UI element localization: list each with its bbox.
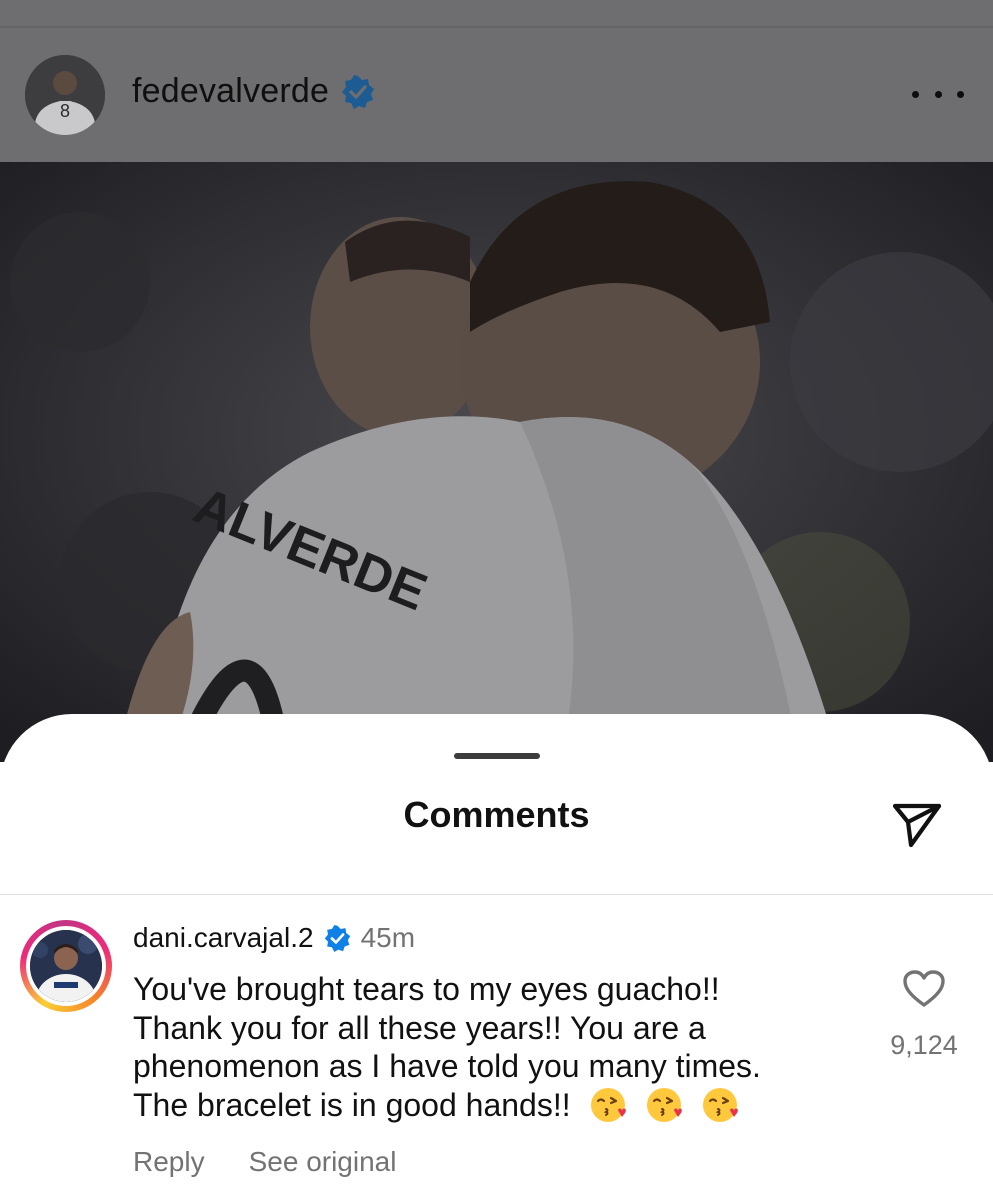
post-header: 8 fedevalverde bbox=[0, 0, 993, 162]
svg-text:8: 8 bbox=[60, 101, 70, 121]
comment-line: The bracelet is in good hands!! bbox=[133, 1086, 571, 1123]
more-dot bbox=[912, 90, 919, 98]
comment-text: You've brought tears to my eyes guacho!!… bbox=[133, 970, 863, 1124]
instagram-post-screen: 8 fedevalverde ALVERDE Comments dani.car… bbox=[0, 0, 993, 1200]
post-photo: ALVERDE bbox=[0, 162, 993, 762]
comment-line: phenomenon as I have told you many times… bbox=[133, 1048, 761, 1084]
author-name-row[interactable]: fedevalverde bbox=[132, 72, 375, 111]
verified-badge-icon bbox=[341, 74, 375, 109]
drag-handle[interactable] bbox=[454, 753, 540, 759]
commenter-photo bbox=[30, 930, 102, 1002]
more-dot bbox=[957, 90, 964, 98]
more-options-icon[interactable] bbox=[912, 78, 964, 110]
kissing-face-emoji-icon bbox=[645, 1086, 683, 1124]
see-original-button[interactable]: See original bbox=[249, 1146, 397, 1178]
reply-button[interactable]: Reply bbox=[133, 1146, 205, 1178]
commenter-avatar[interactable] bbox=[26, 926, 106, 1006]
comment-line-last: The bracelet is in good hands!! bbox=[133, 1086, 863, 1125]
comment-line: You've brought tears to my eyes guacho!! bbox=[133, 971, 720, 1007]
sheet-divider bbox=[0, 894, 993, 895]
author-username[interactable]: fedevalverde bbox=[132, 72, 329, 111]
heart-outline-icon[interactable] bbox=[902, 969, 946, 1009]
comments-title: Comments bbox=[403, 794, 590, 835]
commenter-username[interactable]: dani.carvajal.2 bbox=[133, 922, 314, 954]
comment-actions: Reply See original bbox=[133, 1146, 396, 1178]
kissing-face-emoji-icon bbox=[589, 1086, 627, 1124]
send-icon[interactable] bbox=[889, 796, 945, 852]
top-divider bbox=[0, 26, 993, 28]
comment-timestamp: 45m bbox=[360, 922, 416, 953]
comment-line: Thank you for all these years!! You are … bbox=[133, 1009, 706, 1046]
like-count: 9,124 bbox=[890, 1030, 958, 1060]
story-ring[interactable] bbox=[20, 920, 112, 1012]
comment-header: dani.carvajal.2 45m bbox=[133, 922, 415, 954]
more-dot bbox=[934, 90, 942, 98]
verified-badge-icon bbox=[324, 924, 351, 952]
author-avatar[interactable]: 8 bbox=[25, 55, 105, 135]
kissing-face-emoji-icon bbox=[701, 1086, 739, 1124]
comments-sheet: Comments dani.carvajal.2 45m You've brou… bbox=[0, 714, 993, 1200]
